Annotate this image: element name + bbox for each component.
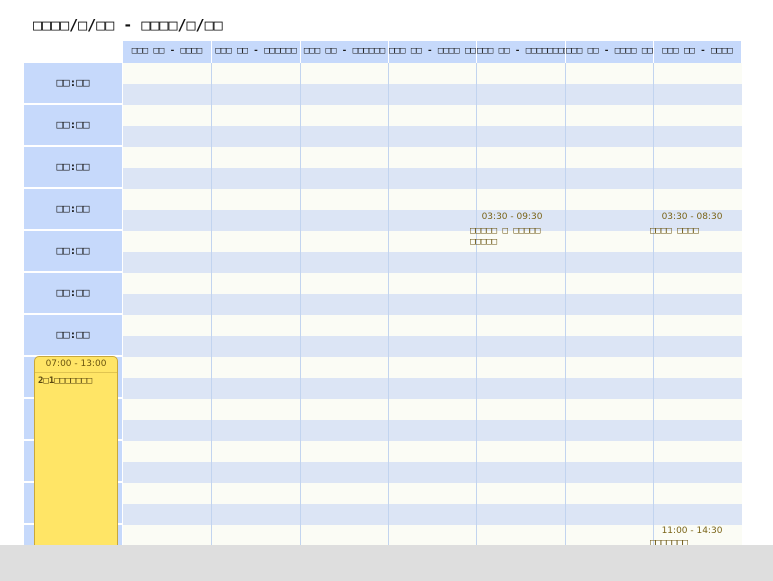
event-title: □□□□ □□□□ — [650, 226, 699, 236]
grid-slot[interactable] — [123, 504, 742, 525]
column-divider — [300, 63, 301, 553]
grid-slot[interactable] — [123, 420, 742, 441]
grid-slot[interactable] — [123, 126, 742, 147]
grid-slot[interactable] — [123, 483, 742, 504]
event-item[interactable]: 03:30 - 09:30 □□□□□ □ □□□□□ □□□□□ — [470, 212, 554, 248]
grid-slot[interactable] — [123, 189, 742, 210]
event-time: 03:30 - 08:30 — [661, 212, 723, 222]
day-header-7[interactable]: □□□ □□ - □□□□ — [654, 41, 742, 63]
grid-slot[interactable] — [123, 462, 742, 483]
grid-slot[interactable] — [123, 441, 742, 462]
grid-slot[interactable] — [123, 105, 742, 126]
time-label: □□:□□ — [24, 63, 122, 103]
time-label: □□:□□ — [24, 273, 122, 313]
day-header-1[interactable]: □□□ □□ - □□□□ — [123, 41, 212, 63]
day-header-3[interactable]: □□□ □□ - □□□□□□ — [301, 41, 389, 63]
grid-slot[interactable] — [123, 378, 742, 399]
day-header-6[interactable]: □□□ □□ - □□□□ □□□ — [566, 41, 654, 63]
time-label: □□:□□ — [24, 315, 122, 355]
time-label: □□:□□ — [24, 189, 122, 229]
time-label: □□:□□ — [24, 147, 122, 187]
event-title: □□□□□ □ □□□□□ □□□□□ — [470, 226, 541, 247]
grid-slot[interactable] — [123, 273, 742, 294]
column-divider — [211, 63, 212, 553]
grid-slot[interactable] — [123, 294, 742, 315]
grid-slot[interactable] — [123, 399, 742, 420]
column-divider — [476, 63, 477, 553]
day-header-4[interactable]: □□□ □□ - □□□□ □□ — [389, 41, 477, 63]
grid-slot[interactable] — [123, 84, 742, 105]
event-time: 07:00 - 13:00 — [35, 357, 117, 373]
day-header-2[interactable]: □□□ □□ - □□□□□□ — [212, 41, 301, 63]
grid-slot[interactable] — [123, 147, 742, 168]
calendar-page: □□□□/□/□□ - □□□□/□/□□ □□□ □□ - □□□□ □□□ … — [0, 0, 773, 581]
grid-slot[interactable] — [123, 315, 742, 336]
grid-slot[interactable] — [123, 357, 742, 378]
day-header-row: □□□ □□ - □□□□ □□□ □□ - □□□□□□ □□□ □□ - □… — [123, 41, 742, 63]
grid-slot[interactable] — [123, 63, 742, 84]
date-range-title: □□□□/□/□□ - □□□□/□/□□ — [33, 16, 223, 34]
day-header-5[interactable]: □□□ □□ - □□□□□□□□ — [477, 41, 566, 63]
event-time: 03:30 - 09:30 — [481, 212, 543, 222]
grid-slot[interactable] — [123, 252, 742, 273]
grid-slot[interactable] — [123, 336, 742, 357]
grid-slot[interactable] — [123, 168, 742, 189]
calendar-grid[interactable] — [123, 63, 742, 553]
event-title: 2□1□□□□□□□ — [38, 376, 93, 386]
column-divider — [653, 63, 654, 553]
column-divider — [388, 63, 389, 553]
bottom-bar — [0, 545, 773, 581]
column-divider — [565, 63, 566, 553]
event-block[interactable]: 07:00 - 13:00 2□1□□□□□□□ — [34, 356, 118, 556]
time-label: □□:□□ — [24, 105, 122, 145]
event-time: 11:00 - 14:30 — [661, 526, 723, 536]
event-item[interactable]: 03:30 - 08:30 □□□□ □□□□ — [650, 212, 734, 237]
time-label: □□:□□ — [24, 231, 122, 271]
